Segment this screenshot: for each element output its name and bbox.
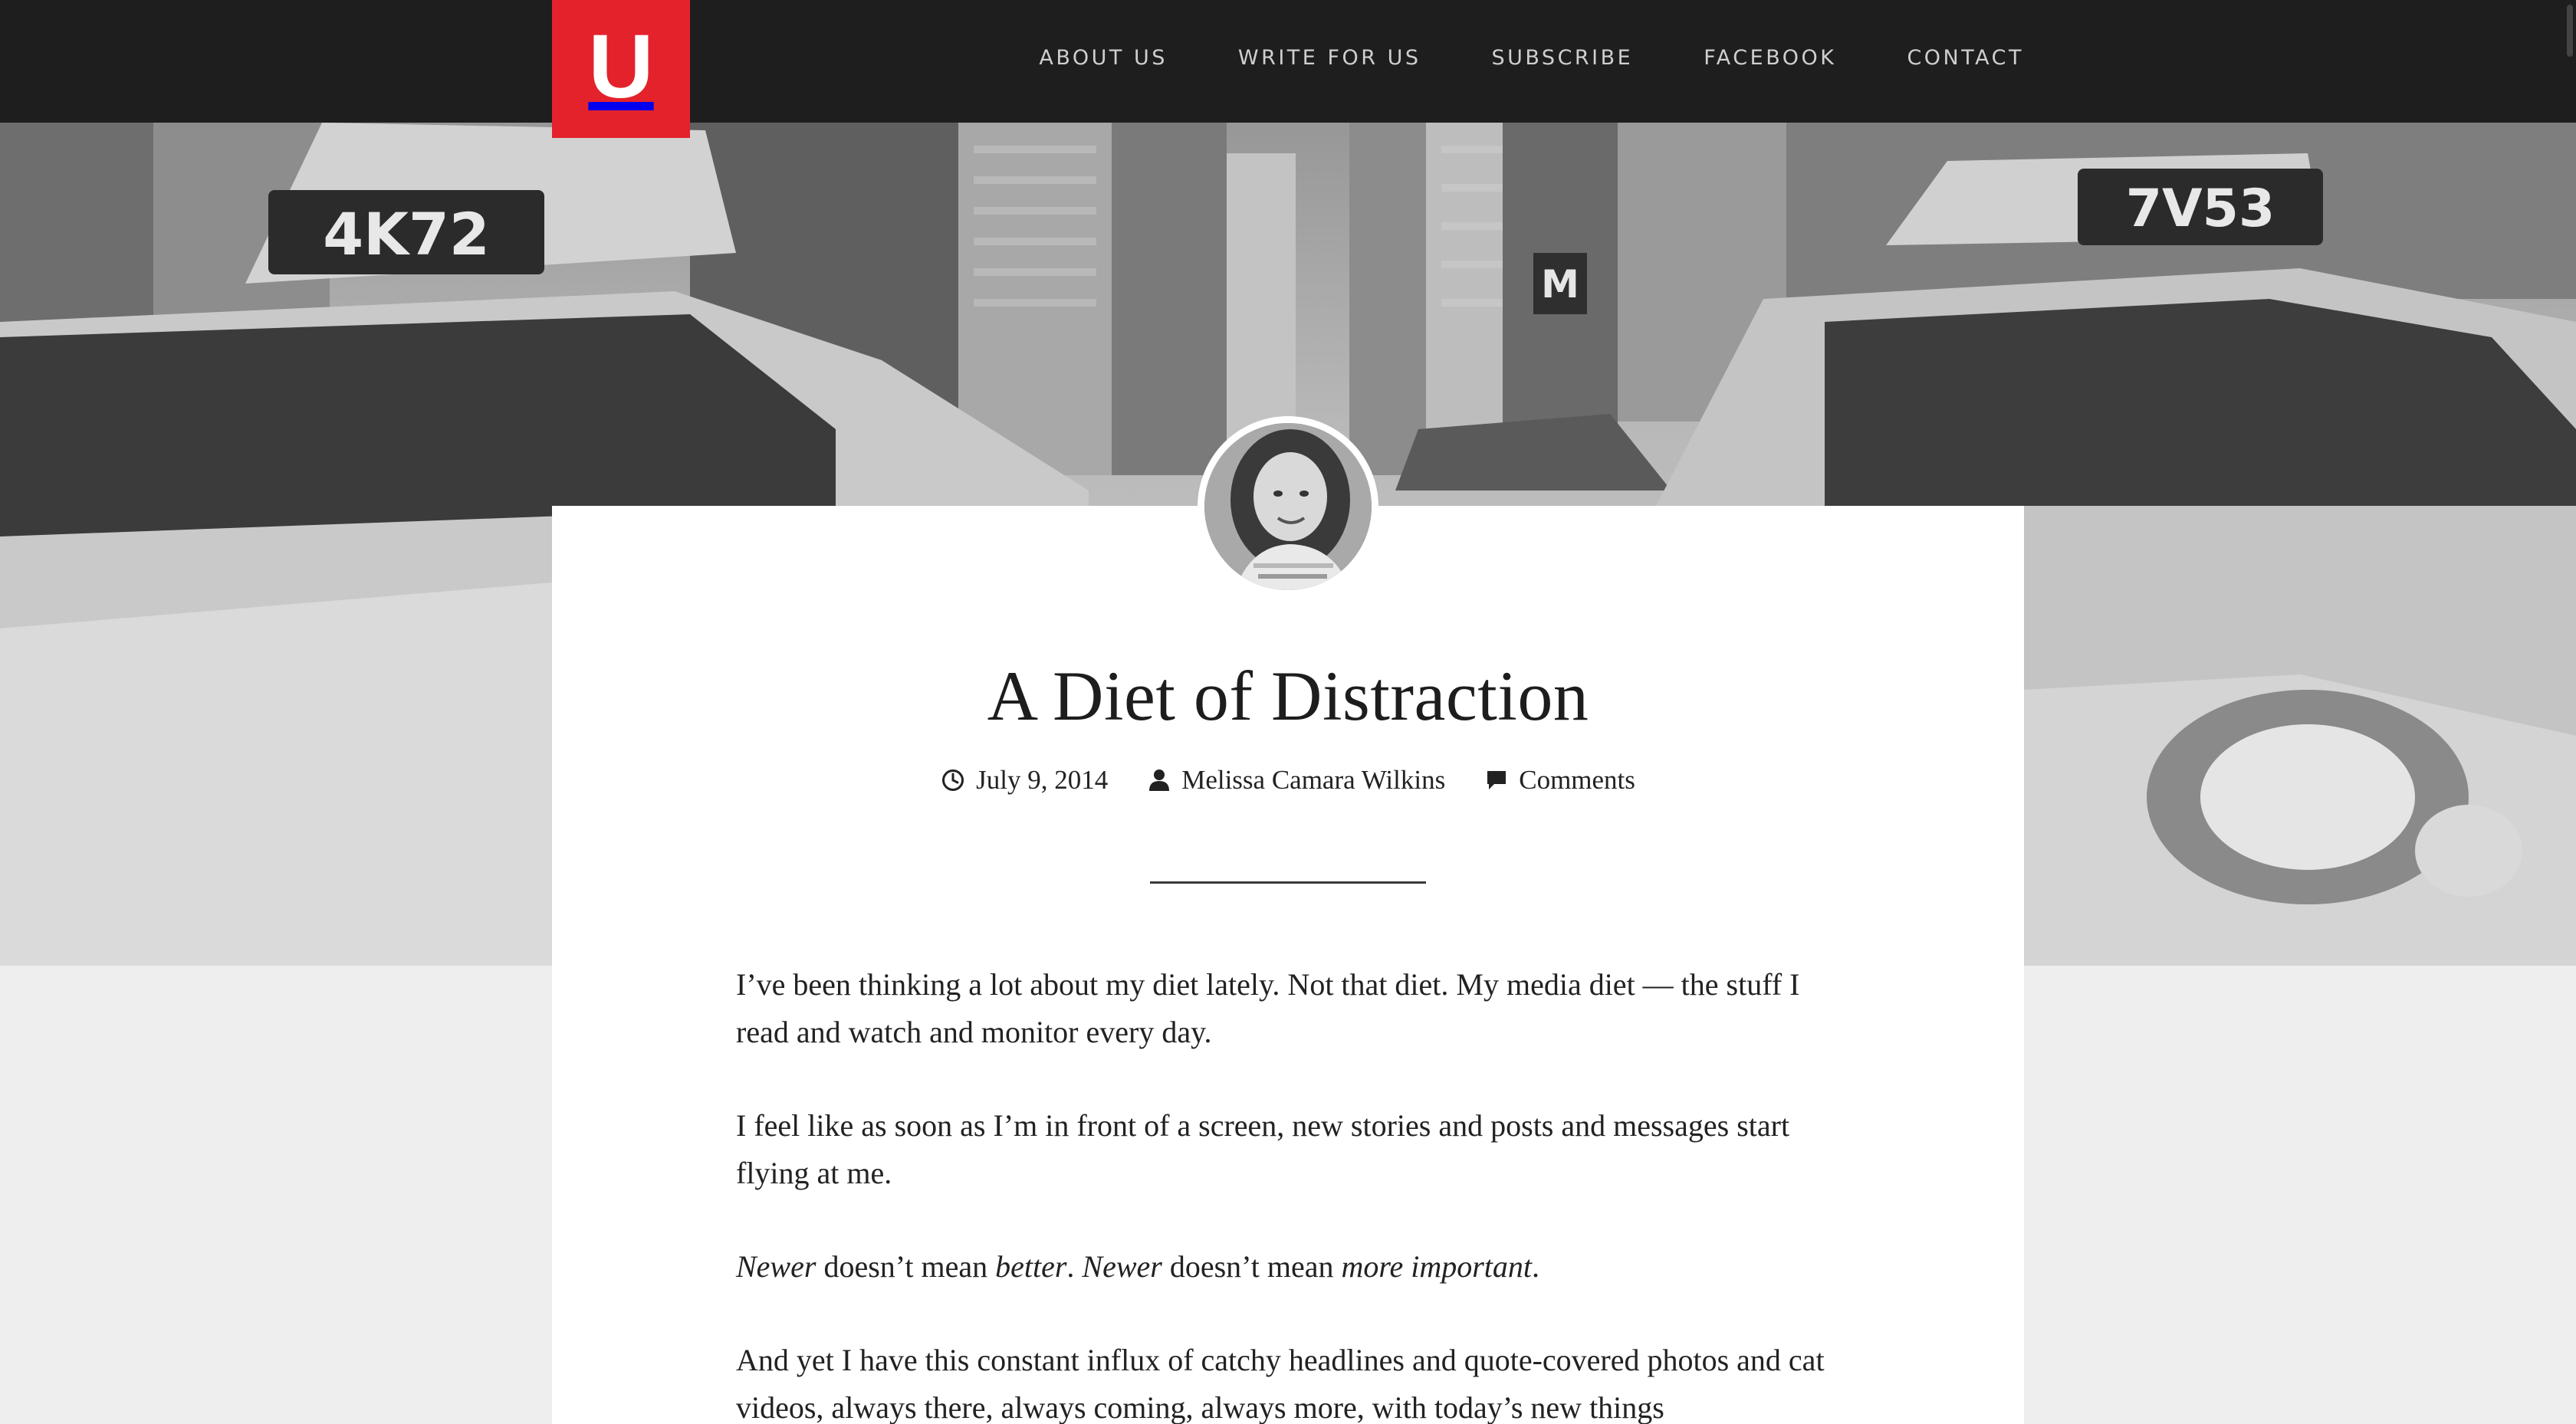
title-divider bbox=[1150, 881, 1426, 884]
paragraph: I feel like as soon as I’m in front of a… bbox=[736, 1108, 1790, 1190]
street-sign-text: M bbox=[1541, 262, 1579, 307]
paragraph-text: doesn’t mean bbox=[1162, 1249, 1342, 1284]
avatar-photo bbox=[1204, 423, 1372, 590]
comment-icon bbox=[1487, 771, 1506, 789]
paragraph: I’ve been thinking a lot about my diet l… bbox=[736, 967, 1800, 1049]
post-date-text[interactable]: July 9, 2014 bbox=[976, 765, 1108, 796]
paragraph-text: . bbox=[1532, 1249, 1540, 1284]
top-navigation-bar: ABOUT US WRITE FOR US SUBSCRIBE FACEBOOK… bbox=[0, 0, 2576, 123]
taxi-plate-left: 4K72 bbox=[323, 200, 490, 268]
article-title: A Diet of Distraction bbox=[987, 657, 1589, 735]
post-comments-link[interactable]: Comments bbox=[1519, 765, 1635, 796]
emphasis-text: more important bbox=[1341, 1249, 1533, 1284]
paragraph-emphasis: Newer doesn’t mean better. Newer doesn’t… bbox=[736, 1243, 1840, 1291]
logo-letter: U bbox=[588, 16, 654, 117]
post-author-text[interactable]: Melissa Camara Wilkins bbox=[1181, 765, 1445, 796]
post-author: Melissa Camara Wilkins bbox=[1148, 765, 1445, 796]
nav-subscribe[interactable]: SUBSCRIBE bbox=[1491, 46, 1633, 70]
clock-icon bbox=[942, 769, 964, 791]
main-nav: ABOUT US WRITE FOR US SUBSCRIBE FACEBOOK… bbox=[1039, 0, 2024, 115]
emphasis-text: better bbox=[995, 1249, 1067, 1284]
nav-write-for-us[interactable]: WRITE FOR US bbox=[1238, 46, 1421, 70]
avatar-portrait bbox=[1204, 423, 1372, 590]
emphasis-text: Newer bbox=[1082, 1249, 1162, 1284]
user-icon bbox=[1149, 769, 1170, 791]
paragraph-text: doesn’t mean bbox=[816, 1249, 996, 1284]
nav-facebook[interactable]: FACEBOOK bbox=[1704, 46, 1836, 70]
article-body: I’ve been thinking a lot about my diet l… bbox=[736, 961, 1840, 1424]
article-meta: July 9, 2014 Melissa Camara Wilkins Comm… bbox=[552, 765, 2024, 796]
author-avatar[interactable] bbox=[1198, 416, 1378, 597]
post-comments: Comments bbox=[1485, 765, 1635, 796]
emphasis-text: Newer bbox=[736, 1249, 816, 1284]
paragraph: And yet I have this constant influx of c… bbox=[736, 1343, 1825, 1424]
scrollbar-thumb[interactable] bbox=[2567, 5, 2573, 57]
nav-about-us[interactable]: ABOUT US bbox=[1039, 46, 1168, 70]
post-date: July 9, 2014 bbox=[941, 765, 1108, 796]
paragraph-text: . bbox=[1066, 1249, 1083, 1284]
nav-contact[interactable]: CONTACT bbox=[1907, 46, 2024, 70]
taxi-plate-right: 7V53 bbox=[2126, 179, 2275, 239]
site-logo[interactable]: U bbox=[552, 0, 690, 138]
